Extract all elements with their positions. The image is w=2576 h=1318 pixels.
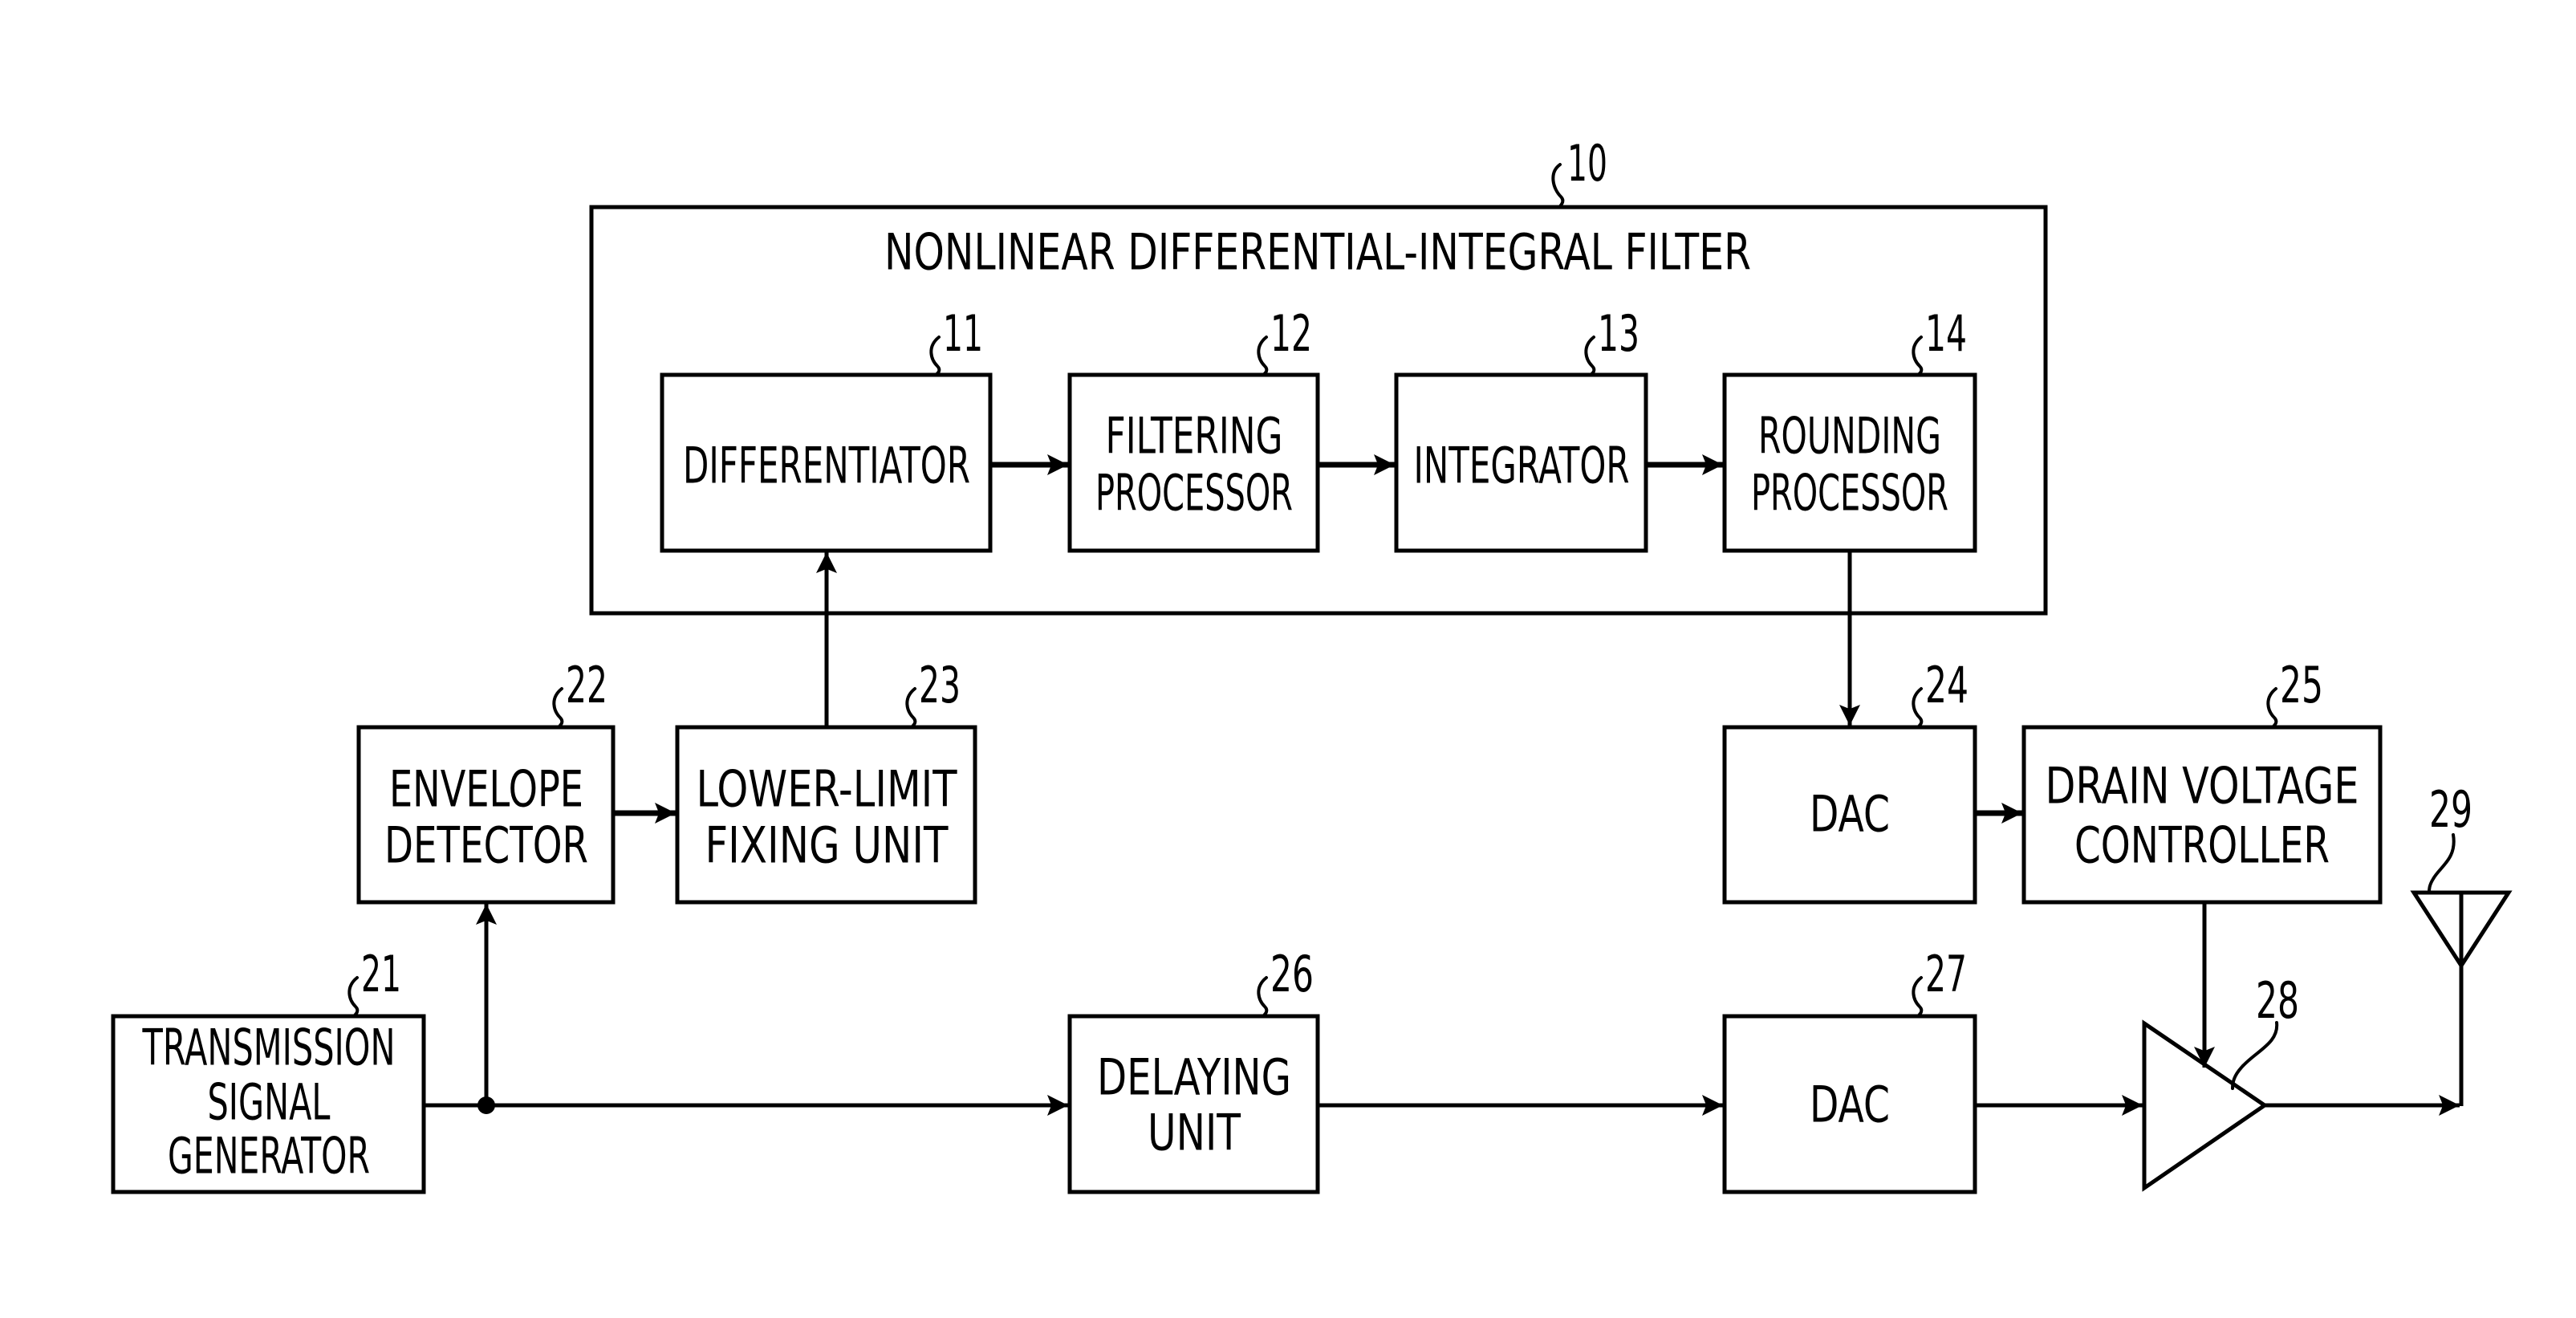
filtering-processor-block[interactable]: FILTERING PROCESSOR <box>1067 372 1320 553</box>
antenna[interactable] <box>2410 890 2513 1106</box>
ref-leader-27 <box>1912 976 1924 1018</box>
ref-number-13: 13 <box>1598 304 1639 363</box>
ref-leader-11 <box>929 336 941 376</box>
transmission-signal-generator-label-line1: TRANSMISSION <box>142 1019 396 1077</box>
dac-24-label: DAC <box>1810 785 1890 844</box>
transmission-signal-generator-label-line3: GENERATOR <box>168 1127 370 1186</box>
ref-number-12: 12 <box>1270 304 1312 363</box>
envelope-detector-block[interactable]: ENVELOPE DETECTOR <box>356 725 616 905</box>
drain-voltage-controller-block[interactable]: DRAIN VOLTAGE CONTROLLER <box>2021 725 2383 905</box>
ref-leader-24 <box>1912 687 1924 729</box>
dac-27-block[interactable]: DAC <box>1722 1014 1977 1194</box>
ref-leader-21 <box>347 976 360 1018</box>
ref-leader-28 <box>2231 1021 2279 1090</box>
ref-number-22: 22 <box>566 656 607 714</box>
rounding-processor-block[interactable]: ROUNDING PROCESSOR <box>1722 372 1977 553</box>
delaying-unit-label-line2: UNIT <box>1148 1104 1241 1162</box>
differentiator-block[interactable]: DIFFERENTIATOR <box>660 372 993 553</box>
lower-limit-fixing-unit-block[interactable]: LOWER-LIMIT FIXING UNIT <box>675 725 977 905</box>
ref-number-28: 28 <box>2256 971 2299 1030</box>
delaying-unit-label-line1: DELAYING <box>1097 1048 1291 1107</box>
integrator-block[interactable]: INTEGRATOR <box>1394 372 1648 553</box>
dac-27-label: DAC <box>1810 1076 1890 1134</box>
envelope-detector-label-line2: DETECTOR <box>384 816 588 875</box>
lower-limit-fixing-unit-label-line2: FIXING UNIT <box>705 816 949 875</box>
lower-limit-fixing-unit-label-line1: LOWER-LIMIT <box>697 760 958 819</box>
ref-leader-22 <box>552 687 564 729</box>
ref-number-21: 21 <box>361 945 401 1003</box>
ref-leader-29 <box>2428 833 2456 894</box>
rounding-processor-label-line1: ROUNDING <box>1758 407 1941 466</box>
ref-number-11: 11 <box>943 304 983 363</box>
delaying-unit-block[interactable]: DELAYING UNIT <box>1067 1014 1320 1194</box>
transmission-signal-generator-label-line2: SIGNAL <box>208 1073 331 1132</box>
drain-voltage-controller-label-line1: DRAIN VOLTAGE <box>2046 757 2359 816</box>
ref-number-24: 24 <box>1925 656 1969 714</box>
ref-number-26: 26 <box>1270 945 1314 1003</box>
ref-leader-12 <box>1257 336 1269 376</box>
filtering-processor-label-line1: FILTERING <box>1106 407 1283 466</box>
ref-number-23: 23 <box>919 656 961 714</box>
ref-number-14: 14 <box>1925 304 1967 363</box>
differentiator-label: DIFFERENTIATOR <box>683 437 970 495</box>
ref-number-10: 10 <box>1567 134 1607 193</box>
dac-24-block[interactable]: DAC <box>1722 725 1977 905</box>
ref-number-29: 29 <box>2429 780 2472 839</box>
ref-leader-14 <box>1912 336 1924 376</box>
rounding-processor-label-line2: PROCESSOR <box>1751 464 1948 523</box>
filter-title: NONLINEAR DIFFERENTIAL-INTEGRAL FILTER <box>884 223 1751 282</box>
envelope-detector-label-line1: ENVELOPE <box>389 760 583 819</box>
antenna-icon[interactable] <box>2410 890 2513 1106</box>
ref-leader-23 <box>905 687 917 729</box>
drain-voltage-controller-label-line2: CONTROLLER <box>2074 816 2330 875</box>
ref-leader-10 <box>1551 163 1565 209</box>
ref-leader-26 <box>1257 976 1269 1018</box>
ref-leader-25 <box>2266 687 2278 729</box>
transmission-signal-generator-block[interactable]: TRANSMISSION SIGNAL GENERATOR <box>111 1014 426 1194</box>
ref-number-25: 25 <box>2280 656 2323 714</box>
block-diagram: NONLINEAR DIFFERENTIAL-INTEGRAL FILTER 1… <box>111 134 2513 1194</box>
integrator-label: INTEGRATOR <box>1414 437 1630 495</box>
ref-leader-13 <box>1584 336 1596 376</box>
ref-number-27: 27 <box>1925 945 1967 1003</box>
junction-dot <box>477 1096 495 1114</box>
filtering-processor-label-line2: PROCESSOR <box>1095 464 1293 523</box>
